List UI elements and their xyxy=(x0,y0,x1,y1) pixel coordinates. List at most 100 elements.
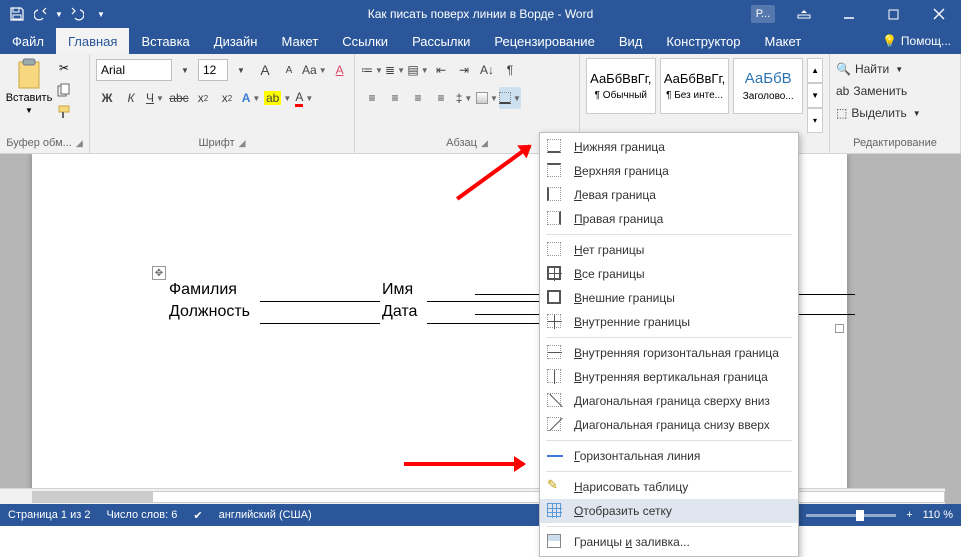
increase-indent-icon[interactable]: ⇥ xyxy=(453,59,475,81)
underline-button[interactable]: Ч▼ xyxy=(144,87,166,109)
superscript-button[interactable]: x2 xyxy=(216,87,238,109)
subscript-button[interactable]: x2 xyxy=(192,87,214,109)
tab-design[interactable]: Дизайн xyxy=(202,28,270,54)
italic-button[interactable]: К xyxy=(120,87,142,109)
menu-border-top[interactable]: Верхняя граница xyxy=(540,159,798,183)
align-left-icon[interactable]: ≡ xyxy=(361,87,383,109)
cell-name-label[interactable]: Имя xyxy=(380,279,427,301)
align-right-icon[interactable]: ≡ xyxy=(407,87,429,109)
document-table[interactable]: Фамилия Имя Должность Дата xyxy=(167,279,547,324)
style-heading1[interactable]: АаБбВЗаголово... xyxy=(733,58,803,114)
undo-icon[interactable] xyxy=(30,3,52,25)
tab-insert[interactable]: Вставка xyxy=(129,28,201,54)
para-dialog-icon[interactable]: ◢ xyxy=(481,138,488,149)
grow-font-icon[interactable]: A xyxy=(254,59,276,81)
multilevel-button[interactable]: ▤▼ xyxy=(407,59,429,81)
menu-horizontal-line[interactable]: Горизонтальная линия xyxy=(540,444,798,468)
tab-references[interactable]: Ссылки xyxy=(330,28,400,54)
strike-button[interactable]: abc xyxy=(168,87,190,109)
align-center-icon[interactable]: ≡ xyxy=(384,87,406,109)
bold-button[interactable]: Ж xyxy=(96,87,118,109)
justify-icon[interactable]: ≡ xyxy=(430,87,452,109)
font-color-button[interactable]: A▼ xyxy=(293,87,315,109)
status-words[interactable]: Число слов: 6 xyxy=(106,509,177,521)
scrollbar-thumb[interactable] xyxy=(33,492,153,502)
zoom-slider[interactable] xyxy=(806,514,896,517)
styles-expand-icon[interactable]: ▾ xyxy=(807,108,823,133)
minimize-button[interactable] xyxy=(826,0,871,28)
style-nospacing[interactable]: АаБбВвГг,¶ Без инте... xyxy=(660,58,730,114)
format-painter-icon[interactable] xyxy=(54,102,74,122)
select-button[interactable]: ⬚Выделить▼ xyxy=(836,102,921,124)
ribbon-options-icon[interactable] xyxy=(781,0,826,28)
highlight-button[interactable]: ab▼ xyxy=(264,87,291,109)
tab-layout[interactable]: Макет xyxy=(269,28,330,54)
maximize-button[interactable] xyxy=(871,0,916,28)
tab-review[interactable]: Рецензирование xyxy=(482,28,606,54)
font-dialog-icon[interactable]: ◢ xyxy=(239,138,246,149)
menu-border-all[interactable]: Все границы xyxy=(540,262,798,286)
horizontal-scrollbar[interactable] xyxy=(0,488,945,504)
font-size-dropdown-icon[interactable]: ▼ xyxy=(230,59,252,81)
cell-date-label[interactable]: Дата xyxy=(380,301,427,323)
tab-file[interactable]: Файл xyxy=(0,28,56,54)
replace-button[interactable]: abЗаменить xyxy=(836,80,907,102)
font-size-combo[interactable] xyxy=(198,59,228,81)
copy-icon[interactable] xyxy=(54,80,74,100)
clear-format-icon[interactable]: A xyxy=(329,59,351,81)
numbering-button[interactable]: ≣▼ xyxy=(384,59,406,81)
menu-borders-and-shading[interactable]: Границы и заливка... xyxy=(540,530,798,554)
menu-border-outside[interactable]: Внешние границы xyxy=(540,286,798,310)
table-move-handle-icon[interactable]: ✥ xyxy=(152,266,166,280)
styles-scroll-up-icon[interactable]: ▲ xyxy=(807,58,823,83)
menu-border-diag-down[interactable]: Диагональная граница сверху вниз xyxy=(540,389,798,413)
menu-border-inside-v[interactable]: Внутренняя вертикальная граница xyxy=(540,365,798,389)
cell-position-label[interactable]: Должность xyxy=(167,301,260,323)
cell-date-value[interactable] xyxy=(427,301,547,323)
cut-icon[interactable]: ✂ xyxy=(54,58,74,78)
tab-mailings[interactable]: Рассылки xyxy=(400,28,482,54)
close-button[interactable] xyxy=(916,0,961,28)
menu-border-inside[interactable]: Внутренние границы xyxy=(540,310,798,334)
change-case-button[interactable]: Aa▼ xyxy=(302,59,327,81)
tab-view[interactable]: Вид xyxy=(607,28,655,54)
menu-border-diag-up[interactable]: Диагональная граница снизу вверх xyxy=(540,413,798,437)
paste-button[interactable]: Вставить ▼ xyxy=(6,58,52,115)
tab-layout2[interactable]: Макет xyxy=(752,28,813,54)
redo-icon[interactable] xyxy=(66,3,88,25)
tab-home[interactable]: Главная xyxy=(56,28,129,54)
line-spacing-button[interactable]: ‡▼ xyxy=(453,87,475,109)
menu-draw-table[interactable]: Нарисовать таблицу xyxy=(540,475,798,499)
menu-view-gridlines[interactable]: Отобразить сетку xyxy=(540,499,798,523)
sort-icon[interactable]: A↓ xyxy=(476,59,498,81)
font-name-dropdown-icon[interactable]: ▼ xyxy=(174,59,196,81)
table-resize-handle-icon[interactable] xyxy=(835,324,844,333)
cell-surname-label[interactable]: Фамилия xyxy=(167,279,260,301)
zoom-level[interactable]: 110 % xyxy=(923,509,953,521)
cell-surname-value[interactable] xyxy=(260,279,380,301)
undo-dropdown-icon[interactable]: ▼ xyxy=(54,3,64,25)
shrink-font-icon[interactable]: A xyxy=(278,59,300,81)
clipboard-dialog-icon[interactable]: ◢ xyxy=(76,138,83,149)
tab-constructor[interactable]: Конструктор xyxy=(654,28,752,54)
decrease-indent-icon[interactable]: ⇤ xyxy=(430,59,452,81)
menu-border-left[interactable]: Левая граница xyxy=(540,183,798,207)
menu-border-bottom[interactable]: Нижняя граница xyxy=(540,135,798,159)
menu-border-right[interactable]: Правая граница xyxy=(540,207,798,231)
save-icon[interactable] xyxy=(6,3,28,25)
shading-button[interactable]: ▼ xyxy=(476,87,498,109)
borders-button[interactable]: ▼ xyxy=(499,87,521,109)
status-language[interactable]: английский (США) xyxy=(219,509,312,521)
styles-scroll-down-icon[interactable]: ▼ xyxy=(807,83,823,108)
style-normal[interactable]: АаБбВвГг,¶ Обычный xyxy=(586,58,656,114)
font-name-combo[interactable] xyxy=(96,59,172,81)
find-button[interactable]: 🔍Найти▼ xyxy=(836,58,903,80)
show-marks-icon[interactable]: ¶ xyxy=(499,59,521,81)
menu-border-none[interactable]: Нет границы xyxy=(540,238,798,262)
cell-position-value[interactable] xyxy=(260,301,380,323)
tell-me-text[interactable]: Помощ... xyxy=(901,34,951,48)
cell-name-value[interactable] xyxy=(427,279,547,301)
zoom-in-button[interactable]: + xyxy=(906,509,912,521)
qat-customize-icon[interactable]: ▼ xyxy=(90,3,112,25)
bullets-button[interactable]: ≔▼ xyxy=(361,59,383,81)
